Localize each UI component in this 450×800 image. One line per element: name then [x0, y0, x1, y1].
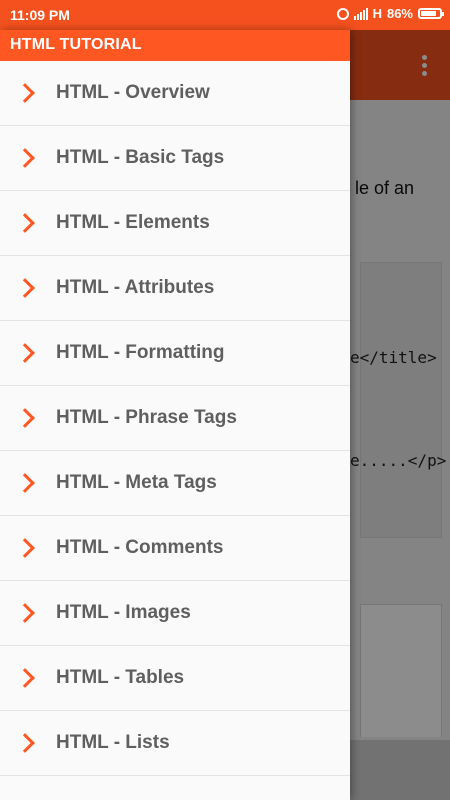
battery-icon — [418, 8, 444, 19]
menu-item-label: HTML - Images — [56, 602, 191, 623]
menu-item-label: HTML - Overview — [56, 82, 210, 103]
battery-percent: 86% — [386, 6, 413, 21]
drawer-title: HTML TUTORIAL — [0, 30, 350, 61]
chevron-right-icon — [15, 408, 35, 428]
chevron-right-icon — [15, 603, 35, 623]
chevron-right-icon — [15, 668, 35, 688]
menu-item-label: HTML - Formatting — [56, 342, 225, 363]
menu-item-overview[interactable]: HTML - Overview — [0, 61, 350, 126]
menu-item-elements[interactable]: HTML - Elements — [0, 191, 350, 256]
menu-item-formatting[interactable]: HTML - Formatting — [0, 321, 350, 386]
menu-item-label: HTML - Attributes — [56, 277, 215, 298]
chevron-right-icon — [15, 83, 35, 103]
status-bar: 11:09 PM H 86% — [0, 0, 450, 30]
chevron-right-icon — [15, 213, 35, 233]
network-type: H — [372, 6, 382, 21]
menu-item-tables[interactable]: HTML - Tables — [0, 646, 350, 711]
menu-item-phrase-tags[interactable]: HTML - Phrase Tags — [0, 386, 350, 451]
menu-item-label: HTML - Basic Tags — [56, 147, 225, 168]
menu-item-label: HTML - Tables — [56, 667, 185, 688]
navigation-drawer: HTML TUTORIAL HTML - Overview HTML - Bas… — [0, 30, 350, 800]
menu-item-images[interactable]: HTML - Images — [0, 581, 350, 646]
status-indicators: H 86% — [336, 6, 444, 21]
signal-icon — [353, 7, 368, 20]
menu-item-label: HTML - Elements — [56, 212, 210, 233]
menu-item-basic-tags[interactable]: HTML - Basic Tags — [0, 126, 350, 191]
chevron-right-icon — [15, 148, 35, 168]
alarm-icon — [336, 7, 349, 20]
menu-item-comments[interactable]: HTML - Comments — [0, 516, 350, 581]
menu-item-label: HTML - Phrase Tags — [56, 407, 237, 428]
menu-item-attributes[interactable]: HTML - Attributes — [0, 256, 350, 321]
menu-item-label: HTML - Comments — [56, 537, 224, 558]
chevron-right-icon — [15, 278, 35, 298]
chevron-right-icon — [15, 473, 35, 493]
chevron-right-icon — [15, 538, 35, 558]
status-time: 11:09 PM — [10, 7, 70, 23]
menu-item-label: HTML - Meta Tags — [56, 472, 217, 493]
chevron-right-icon — [15, 343, 35, 363]
menu-item-lists[interactable]: HTML - Lists — [0, 711, 350, 776]
menu-item-meta-tags[interactable]: HTML - Meta Tags — [0, 451, 350, 516]
drawer-menu: HTML - Overview HTML - Basic Tags HTML -… — [0, 61, 350, 776]
menu-item-label: HTML - Lists — [56, 732, 170, 753]
chevron-right-icon — [15, 733, 35, 753]
